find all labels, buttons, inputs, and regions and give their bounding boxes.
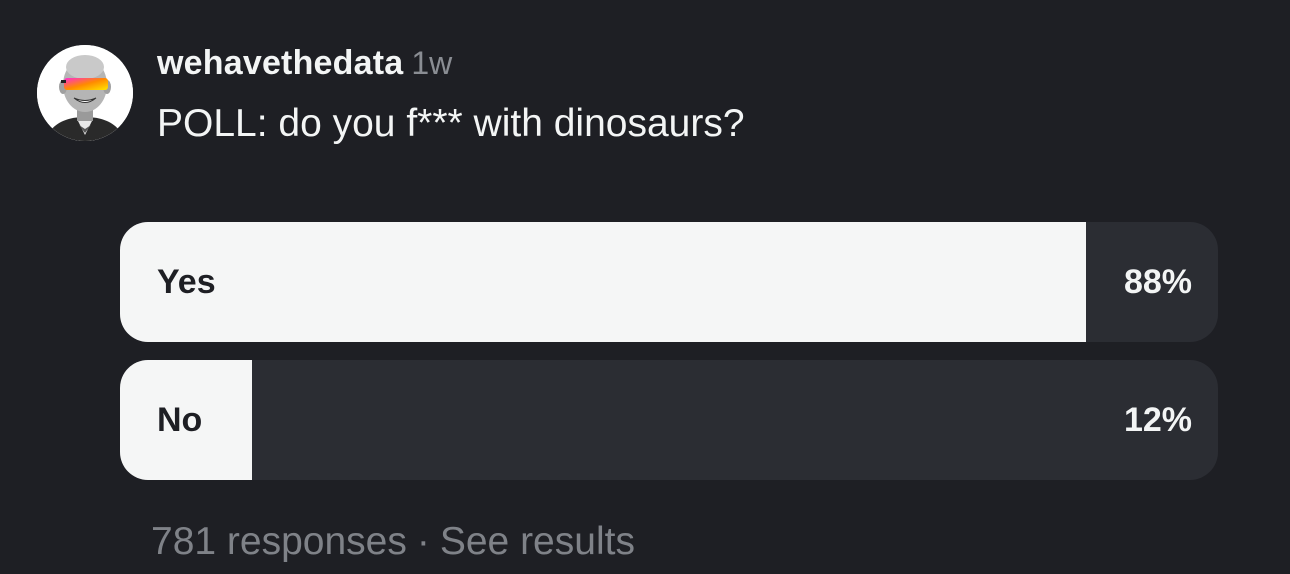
post-header: wehavethedata 1w (157, 44, 452, 83)
avatar[interactable] (37, 45, 133, 141)
poll: Yes 88% No 12% (120, 222, 1218, 498)
poll-option-bar-yes (120, 222, 1087, 342)
poll-option-no[interactable]: No 12% (120, 360, 1218, 480)
poll-option-yes[interactable]: Yes 88% (120, 222, 1218, 342)
poll-option-percent: 88% (1123, 263, 1192, 301)
username[interactable]: wehavethedata (157, 44, 403, 82)
poll-option-label: No (157, 401, 203, 439)
poll-option-label: Yes (157, 263, 216, 301)
poll-option-percent: 12% (1123, 401, 1192, 439)
poll-question: POLL: do you f*** with dinosaurs? (157, 102, 745, 145)
response-count: 781 responses (151, 520, 407, 563)
poll-footer: 781 responses · See results (151, 520, 635, 564)
separator-dot: · (416, 520, 430, 563)
see-results-link[interactable]: See results (440, 520, 635, 563)
avatar-image (37, 45, 133, 141)
timestamp: 1w (411, 45, 453, 81)
